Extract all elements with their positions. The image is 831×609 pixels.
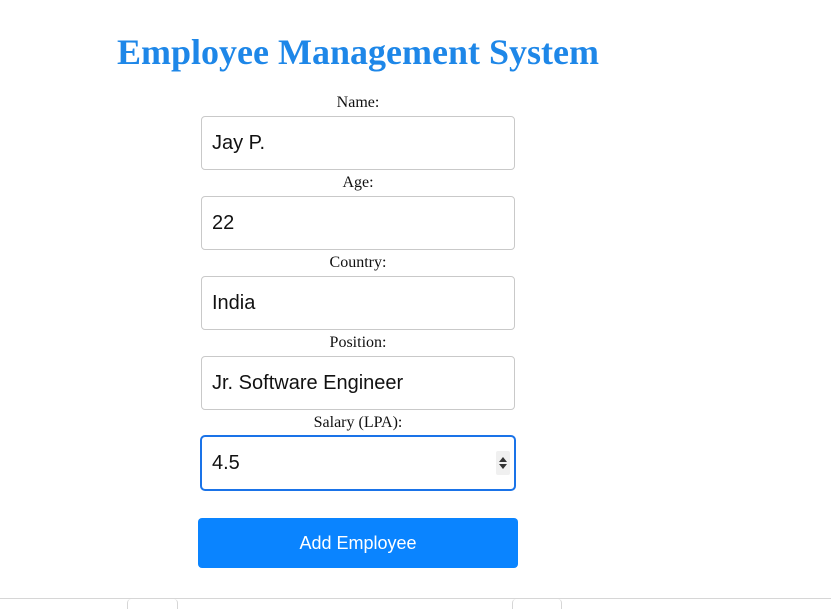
table-cell [512, 599, 562, 609]
country-input[interactable]: India [201, 276, 515, 330]
page-title: Employee Management System [117, 32, 599, 72]
name-input[interactable]: Jay P. [201, 116, 515, 170]
position-input[interactable]: Jr. Software Engineer [201, 356, 515, 410]
salary-input-value: 4.5 [212, 451, 240, 474]
name-label: Name: [336, 94, 380, 111]
table-cell [127, 599, 178, 609]
spin-up-icon[interactable] [499, 457, 507, 462]
employee-form: Name: Jay P. Age: 22 Country: India Posi… [201, 90, 515, 490]
spin-down-icon[interactable] [499, 464, 507, 469]
country-label: Country: [329, 254, 387, 271]
name-input-value: Jay P. [212, 131, 265, 154]
table-header-strip [0, 598, 831, 609]
position-input-value: Jr. Software Engineer [212, 371, 404, 394]
add-employee-button[interactable]: Add Employee [198, 518, 518, 568]
age-input-value: 22 [212, 211, 235, 234]
salary-input[interactable]: 4.5 [201, 436, 515, 490]
number-spinner[interactable] [496, 451, 510, 475]
age-input[interactable]: 22 [201, 196, 515, 250]
age-label: Age: [342, 174, 374, 191]
salary-label: Salary (LPA): [313, 414, 403, 431]
page: Employee Management System Name: Jay P. … [0, 0, 831, 609]
country-input-value: India [212, 291, 256, 314]
position-label: Position: [329, 334, 387, 351]
